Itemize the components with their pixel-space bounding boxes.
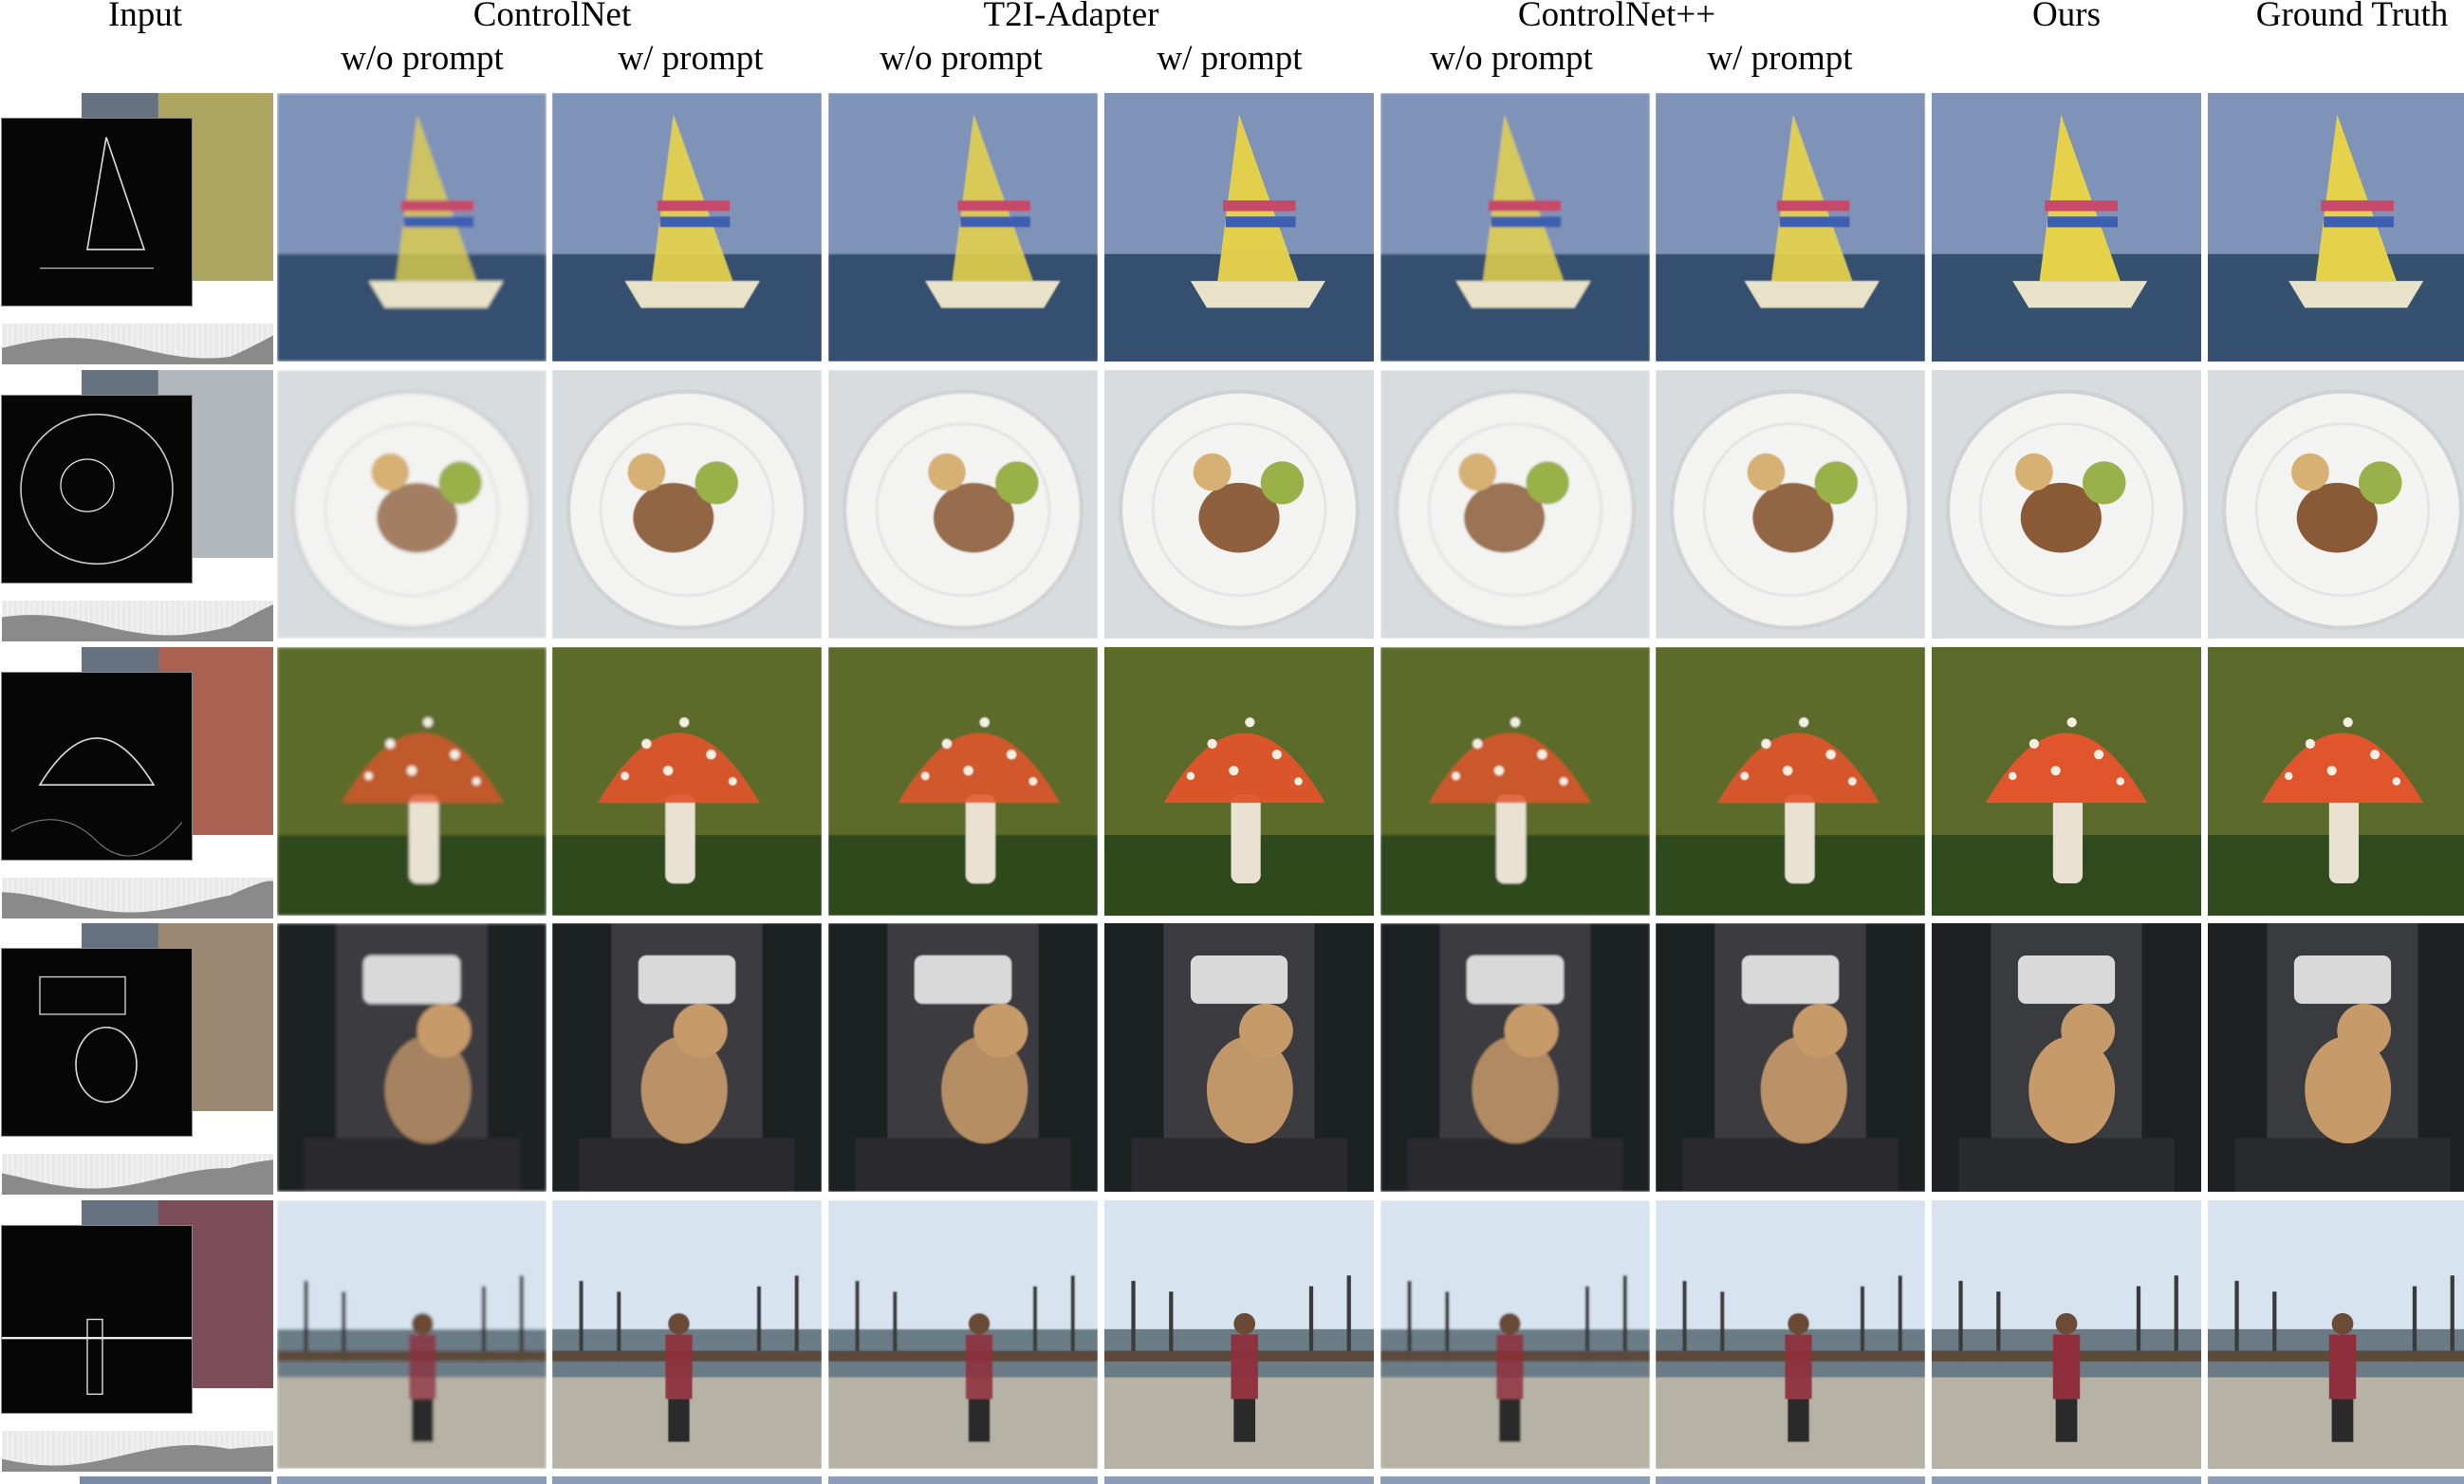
edge-map-thumbnail [1, 1225, 193, 1414]
t2i-wo-prompt-result-dog-in-car [828, 923, 1098, 1192]
controlnet-w-prompt-result-sailboat [552, 93, 822, 362]
next-row-partial-strip [828, 1476, 1098, 1484]
controlnet-w-prompt-label: w/ prompt [618, 39, 764, 78]
controlnetpp-wo-prompt-result-dinner-plate [1380, 370, 1650, 639]
t2i-wo-prompt-result-mushroom [828, 647, 1098, 916]
controlnet-w-prompt-result-dog-in-car [552, 923, 822, 1192]
edge-map-thumbnail [1, 948, 193, 1137]
controlnetpp-w-prompt-result-dinner-plate [1656, 370, 1925, 639]
controlnet-w-prompt-result-dinner-plate [552, 370, 822, 639]
controlnet-wo-prompt-result-woman-on-pier [277, 1200, 547, 1469]
t2i-wo-prompt-label: w/o prompt [880, 39, 1043, 78]
controlnetpp-w-prompt-result-mushroom [1656, 647, 1925, 916]
controlnetpp-w-prompt-result-dog-in-car [1656, 923, 1925, 1192]
controlnet-wo-prompt-result-mushroom [277, 647, 547, 916]
controlnet-wo-prompt-result-dog-in-car [277, 923, 547, 1192]
next-row-partial-strip [552, 1476, 822, 1484]
controlnetpp-wo-prompt-result-mushroom [1380, 647, 1650, 916]
t2i-w-prompt-result-dog-in-car [1104, 923, 1374, 1192]
input-condition-dinner-plate [1, 370, 273, 641]
ground-truth-result-dinner-plate [2208, 370, 2464, 639]
controlnetpp-w-prompt-result-sailboat [1656, 93, 1925, 362]
ground-truth-result-dog-in-car [2208, 923, 2464, 1192]
controlnetpp-header: ControlNet++ [1517, 0, 1716, 34]
edge-map-thumbnail [1, 395, 193, 584]
t2i-wo-prompt-result-sailboat [828, 93, 1098, 362]
histogram-condition-thumbnail [2, 878, 273, 918]
controlnet-wo-prompt-result-dinner-plate [277, 370, 547, 639]
ground-truth-result-woman-on-pier [2208, 1200, 2464, 1469]
ours-result-dinner-plate [1932, 370, 2201, 639]
controlnet-wo-prompt-result-sailboat [277, 93, 547, 362]
controlnetpp-w-prompt-label: w/ prompt [1707, 39, 1853, 78]
t2i-w-prompt-result-sailboat [1104, 93, 1374, 362]
ours-result-woman-on-pier [1932, 1200, 2201, 1469]
edge-map-thumbnail [1, 672, 193, 861]
t2i-w-prompt-result-mushroom [1104, 647, 1374, 916]
ours-result-sailboat [1932, 93, 2201, 362]
t2i-wo-prompt-result-dinner-plate [828, 370, 1098, 639]
t2i-adapter-header: T2I-Adapter [983, 0, 1159, 34]
controlnetpp-w-prompt-result-woman-on-pier [1656, 1200, 1925, 1469]
ground-truth-result-mushroom [2208, 647, 2464, 916]
controlnet-w-prompt-result-woman-on-pier [552, 1200, 822, 1469]
edge-map-thumbnail [1, 118, 193, 306]
controlnet-header: ControlNet [472, 0, 632, 34]
t2i-w-prompt-result-dinner-plate [1104, 370, 1374, 639]
input-column-header: Input [107, 0, 183, 34]
histogram-condition-thumbnail [2, 601, 273, 641]
histogram-condition-thumbnail [2, 1154, 273, 1195]
next-row-partial-strip [2208, 1476, 2464, 1484]
t2i-w-prompt-label: w/ prompt [1157, 39, 1303, 78]
next-row-partial-strip [1104, 1476, 1374, 1484]
t2i-wo-prompt-result-woman-on-pier [828, 1200, 1098, 1469]
controlnetpp-wo-prompt-result-woman-on-pier [1380, 1200, 1650, 1469]
ours-header: Ours [2032, 0, 2101, 34]
next-row-partial-strip [1656, 1476, 1925, 1484]
next-row-partial-strip [277, 1476, 547, 1484]
ours-result-dog-in-car [1932, 923, 2201, 1192]
controlnet-w-prompt-result-mushroom [552, 647, 822, 916]
histogram-condition-thumbnail [2, 324, 273, 364]
next-row-partial-strip [1932, 1476, 2201, 1484]
controlnetpp-wo-prompt-result-sailboat [1380, 93, 1650, 362]
next-row-partial-strip [1380, 1476, 1650, 1484]
input-condition-sailboat [1, 93, 273, 364]
input-condition-mushroom [1, 647, 273, 918]
ours-result-mushroom [1932, 647, 2201, 916]
controlnet-wo-prompt-label: w/o prompt [341, 39, 504, 78]
next-row-partial-strip [80, 1476, 271, 1484]
ground-truth-header: Ground Truth [2255, 0, 2449, 34]
histogram-condition-thumbnail [2, 1431, 273, 1472]
input-condition-woman-on-pier [1, 1200, 273, 1472]
t2i-w-prompt-result-woman-on-pier [1104, 1200, 1374, 1469]
input-condition-dog-in-car [1, 923, 273, 1195]
controlnetpp-wo-prompt-label: w/o prompt [1430, 39, 1593, 78]
controlnetpp-wo-prompt-result-dog-in-car [1380, 923, 1650, 1192]
ground-truth-result-sailboat [2208, 93, 2464, 362]
